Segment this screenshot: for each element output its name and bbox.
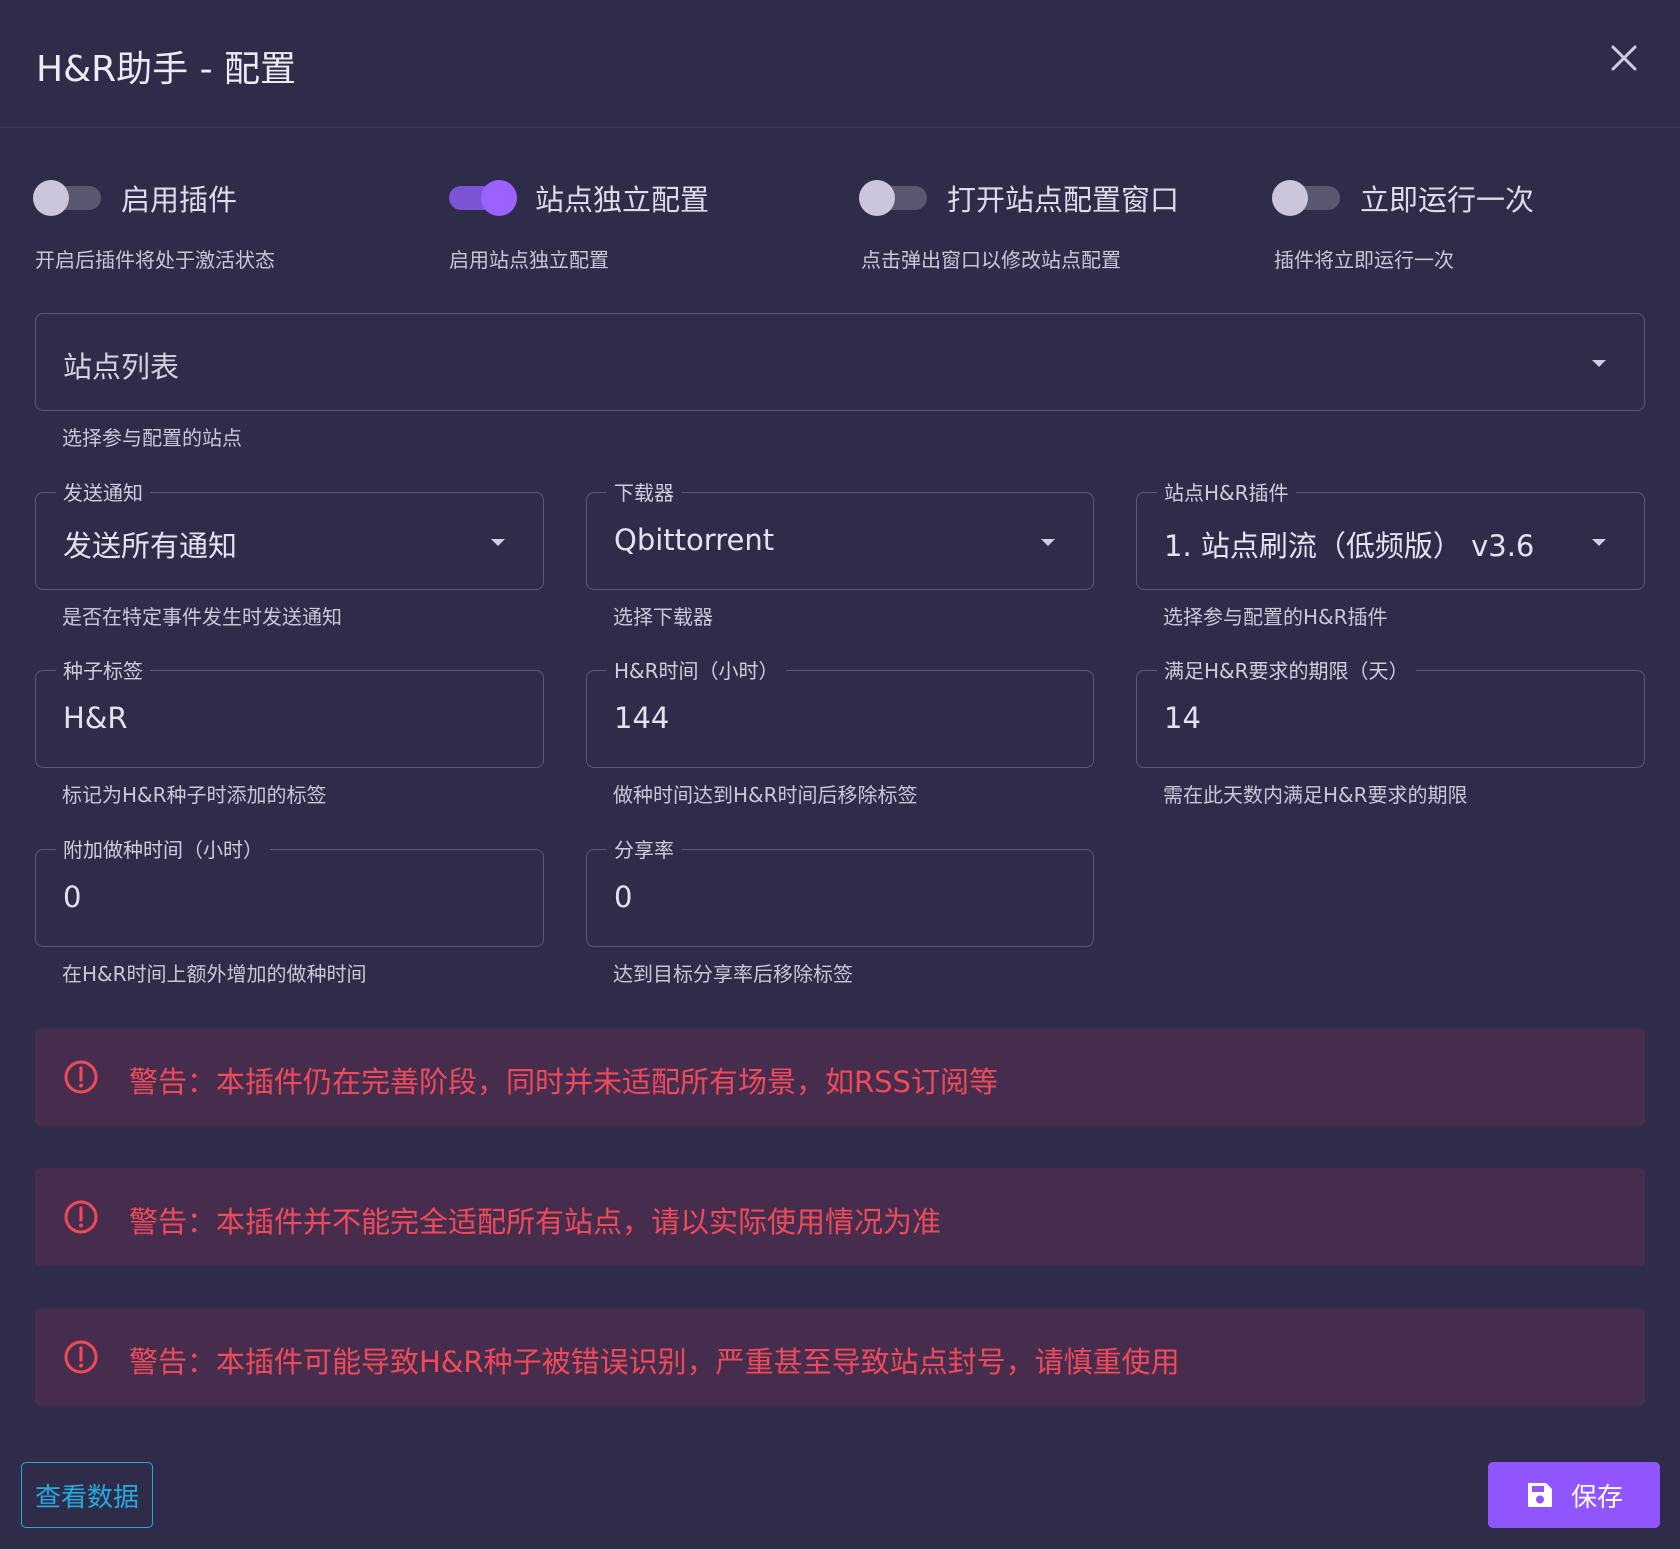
open-site-window-toggle[interactable] (859, 180, 927, 216)
site-independent-hint: 启用站点独立配置 (449, 248, 609, 272)
hr-plugin-legend: 站点H&R插件 (1157, 477, 1296, 506)
hr-deadline-hint: 需在此天数内满足H&R要求的期限 (1163, 783, 1468, 807)
alert-circle-icon (64, 1060, 98, 1094)
hr-time-value: 144 (614, 701, 670, 735)
torrent-tag-hint: 标记为H&R种子时添加的标签 (62, 783, 327, 807)
extra-seed-hint: 在H&R时间上额外增加的做种时间 (62, 962, 367, 986)
switch-site-independent: 站点独立配置 启用站点独立配置 (449, 178, 849, 278)
ratio-value: 0 (614, 880, 633, 914)
view-data-label: 查看数据 (34, 1482, 139, 1513)
torrent-tag-value: H&R (63, 701, 128, 735)
site-list-select[interactable]: 站点列表 (35, 313, 1645, 411)
dialog-header: H&R助手 - 配置 (0, 0, 1680, 128)
ratio-hint: 达到目标分享率后移除标签 (613, 962, 853, 986)
hr-deadline-legend: 满足H&R要求的期限（天） (1157, 655, 1416, 684)
downloader-select[interactable]: 下载器 Qbittorrent (586, 477, 1094, 590)
warning-text: 警告：本插件仍在完善阶段，同时并未适配所有场景，如RSS订阅等 (129, 1065, 998, 1099)
close-icon (1611, 45, 1637, 71)
view-data-button[interactable]: 查看数据 (21, 1462, 153, 1528)
warning-text: 警告：本插件可能导致H&R种子被错误识别，严重甚至导致站点封号，请慎重使用 (129, 1345, 1180, 1379)
site-independent-label: 站点独立配置 (535, 183, 710, 217)
chevron-down-icon (1592, 539, 1606, 546)
downloader-hint: 选择下载器 (613, 605, 713, 629)
switch-enable-plugin: 启用插件 开启后插件将处于激活状态 (33, 178, 435, 278)
ratio-field[interactable]: 分享率 0 (586, 834, 1094, 947)
extra-seed-legend: 附加做种时间（小时） (56, 834, 270, 863)
hr-plugin-select[interactable]: 站点H&R插件 1. 站点刷流（低频版） v3.6 (1136, 477, 1645, 590)
warning-text: 警告：本插件并不能完全适配所有站点，请以实际使用情况为准 (129, 1205, 942, 1239)
close-button[interactable] (1604, 38, 1644, 78)
chevron-down-icon (491, 539, 505, 546)
hr-deadline-field[interactable]: 满足H&R要求的期限（天） 14 (1136, 655, 1645, 768)
hr-plugin-value: 1. 站点刷流（低频版） v3.6 (1164, 529, 1535, 563)
site-list-hint: 选择参与配置的站点 (62, 426, 242, 450)
extra-seed-field[interactable]: 附加做种时间（小时） 0 (35, 834, 544, 947)
downloader-legend: 下载器 (607, 477, 681, 506)
notify-legend: 发送通知 (56, 477, 150, 506)
hr-time-field[interactable]: H&R时间（小时） 144 (586, 655, 1094, 768)
hr-plugin-hint: 选择参与配置的H&R插件 (1163, 605, 1388, 629)
enable-plugin-label: 启用插件 (121, 183, 238, 217)
switch-run-once: 立即运行一次 插件将立即运行一次 (1272, 178, 1674, 278)
dialog-title: H&R助手 - 配置 (36, 49, 297, 90)
hr-time-legend: H&R时间（小时） (607, 655, 786, 684)
alert-circle-icon (64, 1200, 98, 1234)
ratio-legend: 分享率 (607, 834, 681, 863)
torrent-tag-field[interactable]: 种子标签 H&R (35, 655, 544, 768)
run-once-label: 立即运行一次 (1360, 183, 1535, 217)
chevron-down-icon (1041, 539, 1055, 546)
switch-open-site-window: 打开站点配置窗口 点击弹出窗口以修改站点配置 (859, 178, 1261, 278)
notify-value: 发送所有通知 (63, 529, 238, 563)
run-once-hint: 插件将立即运行一次 (1274, 248, 1454, 272)
warning-alert: 警告：本插件仍在完善阶段，同时并未适配所有场景，如RSS订阅等 (35, 1028, 1645, 1126)
hr-time-hint: 做种时间达到H&R时间后移除标签 (613, 783, 918, 807)
notify-select[interactable]: 发送通知 发送所有通知 (35, 477, 544, 590)
extra-seed-value: 0 (63, 880, 82, 914)
site-list-placeholder: 站点列表 (63, 350, 180, 384)
floppy-disk-icon (1527, 1483, 1552, 1507)
open-site-window-hint: 点击弹出窗口以修改站点配置 (861, 248, 1121, 272)
enable-plugin-toggle[interactable] (33, 180, 101, 216)
open-site-window-label: 打开站点配置窗口 (947, 183, 1180, 217)
save-label: 保存 (1570, 1482, 1623, 1513)
warning-alert: 警告：本插件并不能完全适配所有站点，请以实际使用情况为准 (35, 1168, 1645, 1266)
site-independent-toggle[interactable] (449, 180, 517, 216)
warning-alert: 警告：本插件可能导致H&R种子被错误识别，严重甚至导致站点封号，请慎重使用 (35, 1308, 1645, 1406)
run-once-toggle[interactable] (1272, 180, 1340, 216)
alert-circle-icon (64, 1340, 98, 1374)
save-button[interactable]: 保存 (1488, 1462, 1660, 1528)
enable-plugin-hint: 开启后插件将处于激活状态 (35, 248, 275, 272)
torrent-tag-legend: 种子标签 (56, 655, 150, 684)
notify-hint: 是否在特定事件发生时发送通知 (62, 605, 342, 629)
downloader-value: Qbittorrent (614, 523, 775, 557)
config-dialog: H&R助手 - 配置 启用插件 开启后插件将处于激活状态 站点独立配置 启用站点… (0, 0, 1680, 1549)
chevron-down-icon (1592, 360, 1606, 367)
hr-deadline-value: 14 (1164, 701, 1201, 735)
